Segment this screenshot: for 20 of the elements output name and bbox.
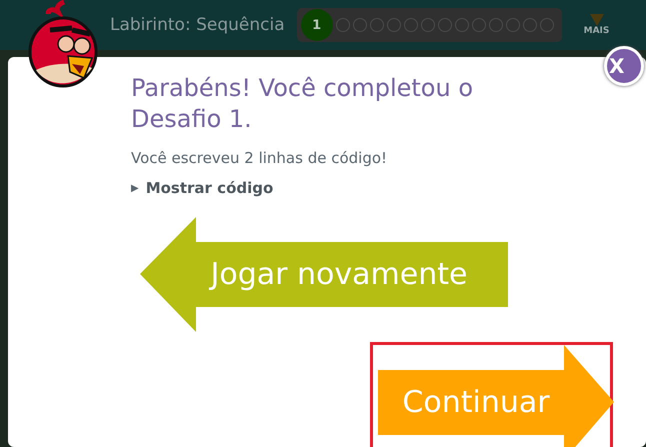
level-dot[interactable] — [522, 18, 537, 32]
show-code-toggle[interactable]: ▶ Mostrar código — [131, 179, 274, 197]
more-link[interactable]: MAIS — [584, 26, 610, 36]
dialog-title: Parabéns! Você completou o Desafio 1. — [131, 73, 474, 135]
level-dot[interactable] — [370, 18, 384, 32]
level-dot[interactable] — [386, 18, 401, 32]
puzzle-title: Labirinto: Sequência — [110, 15, 285, 35]
level-dot[interactable] — [506, 18, 520, 32]
level-dot[interactable] — [420, 18, 435, 32]
level-dot[interactable] — [454, 18, 469, 32]
lines-message: Você escreveu 2 linhas de código! — [131, 149, 388, 167]
level-dot[interactable] — [404, 18, 418, 32]
level-dot[interactable] — [438, 18, 452, 32]
level-dot[interactable] — [352, 18, 367, 32]
level-dot[interactable] — [540, 18, 554, 32]
level-dot[interactable] — [472, 18, 486, 32]
level-dot[interactable] — [336, 18, 350, 32]
level-dot[interactable] — [488, 18, 503, 32]
caret-icon[interactable] — [590, 14, 604, 26]
level-dot[interactable]: 1 — [300, 9, 333, 41]
